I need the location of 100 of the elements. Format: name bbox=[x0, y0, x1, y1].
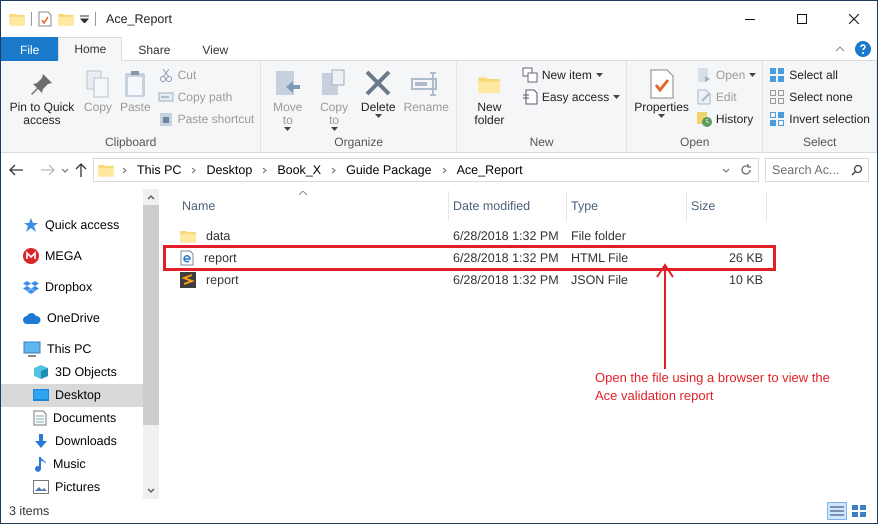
document-icon bbox=[33, 410, 47, 426]
nav-item[interactable]: OneDrive bbox=[1, 306, 143, 330]
group-label: Clipboard bbox=[104, 135, 158, 151]
nav-item[interactable]: Documents bbox=[1, 406, 143, 430]
nav-item[interactable]: Music bbox=[1, 452, 143, 476]
nav-item[interactable]: 3D Objects bbox=[1, 360, 143, 384]
folder-icon bbox=[9, 12, 25, 26]
close-icon bbox=[849, 14, 859, 24]
caret-icon bbox=[658, 114, 666, 118]
json-file-icon bbox=[180, 272, 196, 288]
nav-item[interactable]: Quick access bbox=[1, 213, 143, 236]
tiles-view-button[interactable] bbox=[849, 502, 869, 520]
ribbon-button[interactable]: New item bbox=[520, 65, 622, 85]
details-view-button[interactable] bbox=[827, 502, 847, 520]
edit-icon bbox=[696, 89, 712, 105]
cloud-icon bbox=[23, 312, 41, 324]
window-title: Ace_Report bbox=[106, 12, 174, 26]
download-icon bbox=[33, 433, 49, 450]
file-name[interactable]: data bbox=[202, 229, 234, 243]
open-icon bbox=[696, 67, 712, 83]
dropbox-icon bbox=[23, 280, 39, 294]
breadcrumb[interactable]: Ace_Report bbox=[454, 163, 525, 177]
folder-icon bbox=[98, 163, 114, 177]
group-label: Organize bbox=[333, 135, 384, 151]
scroll-down-icon[interactable] bbox=[147, 488, 155, 493]
nav-item[interactable]: Dropbox bbox=[1, 275, 143, 298]
star-icon bbox=[23, 216, 39, 233]
web-file-icon bbox=[180, 250, 194, 266]
back-button[interactable] bbox=[9, 164, 23, 176]
breadcrumb[interactable]: Guide Package bbox=[344, 163, 434, 177]
column-header[interactable]: Type bbox=[567, 191, 687, 221]
history-icon bbox=[696, 111, 712, 127]
recent-button[interactable] bbox=[61, 168, 69, 172]
column-header[interactable]: Name bbox=[178, 191, 449, 221]
sort-icon bbox=[299, 191, 307, 195]
column-header[interactable]: Date modified bbox=[449, 191, 567, 221]
ribbon-button[interactable]: Select none bbox=[767, 87, 872, 107]
invert-selection-icon bbox=[769, 111, 786, 127]
customize-icon[interactable] bbox=[80, 15, 89, 23]
file-name[interactable]: report bbox=[200, 251, 241, 265]
ribbon-tab[interactable]: Home bbox=[58, 37, 122, 61]
file-name[interactable]: report bbox=[202, 273, 243, 287]
breadcrumb[interactable]: Desktop bbox=[204, 163, 254, 177]
breadcrumb[interactable]: This PC bbox=[135, 163, 184, 177]
properties-icon bbox=[38, 11, 52, 27]
ribbon-button[interactable]: Pin to Quick access bbox=[5, 63, 79, 135]
copy-icon bbox=[84, 69, 111, 99]
nav-item[interactable]: Desktop bbox=[1, 384, 143, 407]
scroll-up-icon[interactable] bbox=[147, 195, 155, 200]
group-label: New bbox=[528, 135, 555, 151]
column-header[interactable]: Size bbox=[687, 191, 767, 221]
search-icon bbox=[851, 164, 863, 176]
file-tab[interactable]: File bbox=[1, 37, 58, 61]
help-icon[interactable] bbox=[855, 40, 871, 56]
ribbon-button[interactable]: Easy access bbox=[520, 87, 622, 107]
select-all-icon bbox=[769, 67, 786, 83]
caret-icon bbox=[749, 73, 756, 77]
dropdown-icon[interactable] bbox=[722, 168, 730, 172]
address-bar[interactable]: This PC Desktop Book_X Guide Package Ace_Report bbox=[93, 158, 759, 182]
properties-icon bbox=[648, 68, 675, 100]
ribbon-button[interactable]: History bbox=[694, 109, 758, 129]
search-field[interactable]: Search Ac... bbox=[765, 158, 869, 182]
collapse-icon[interactable] bbox=[835, 46, 845, 52]
ribbon-button[interactable]: Select all bbox=[767, 65, 872, 85]
chevron-icon bbox=[262, 166, 268, 174]
nav-item[interactable]: Downloads bbox=[1, 430, 143, 453]
ribbon-tab[interactable]: View bbox=[186, 37, 244, 61]
breadcrumb[interactable]: Book_X bbox=[275, 163, 324, 177]
caret-icon bbox=[613, 95, 620, 99]
chevron-icon bbox=[191, 166, 196, 174]
paste-shortcut-icon bbox=[158, 111, 174, 127]
up-button[interactable] bbox=[75, 163, 87, 177]
folder-icon bbox=[58, 12, 74, 26]
ribbon-tab[interactable]: Share bbox=[122, 37, 186, 61]
new-item-icon bbox=[522, 67, 538, 83]
easy-access-icon bbox=[522, 89, 538, 105]
ribbon-button[interactable]: New folder bbox=[460, 63, 518, 135]
item-count: 3 items bbox=[9, 504, 50, 518]
ribbon-button[interactable]: Invert selection bbox=[767, 109, 872, 129]
chevron-icon bbox=[122, 166, 127, 174]
ribbon-button[interactable]: Delete bbox=[358, 63, 399, 135]
table-cell-text: 26 KB bbox=[728, 251, 764, 265]
chevron-icon bbox=[331, 166, 336, 174]
nav-item[interactable]: MEGA bbox=[1, 244, 143, 268]
folder-icon bbox=[478, 74, 500, 94]
nav-item[interactable]: This PC bbox=[1, 337, 143, 360]
select-none-icon bbox=[769, 89, 786, 105]
table-cell-text: HTML File bbox=[570, 251, 630, 265]
ribbon-button[interactable]: Properties bbox=[631, 63, 692, 135]
annotation-text: Open the file using a browser to view the Ace validation report bbox=[595, 369, 831, 405]
refresh-icon[interactable] bbox=[740, 164, 752, 176]
group-label: Select bbox=[802, 135, 838, 151]
nav-item[interactable]: Pictures bbox=[1, 476, 143, 500]
cube-icon bbox=[33, 364, 49, 380]
chevron-icon bbox=[442, 166, 447, 174]
group-label: Open bbox=[679, 135, 710, 151]
caret-icon bbox=[284, 127, 292, 131]
table-cell-text: JSON File bbox=[570, 273, 629, 287]
scrollbar[interactable] bbox=[143, 189, 159, 499]
caret-icon bbox=[374, 114, 382, 118]
